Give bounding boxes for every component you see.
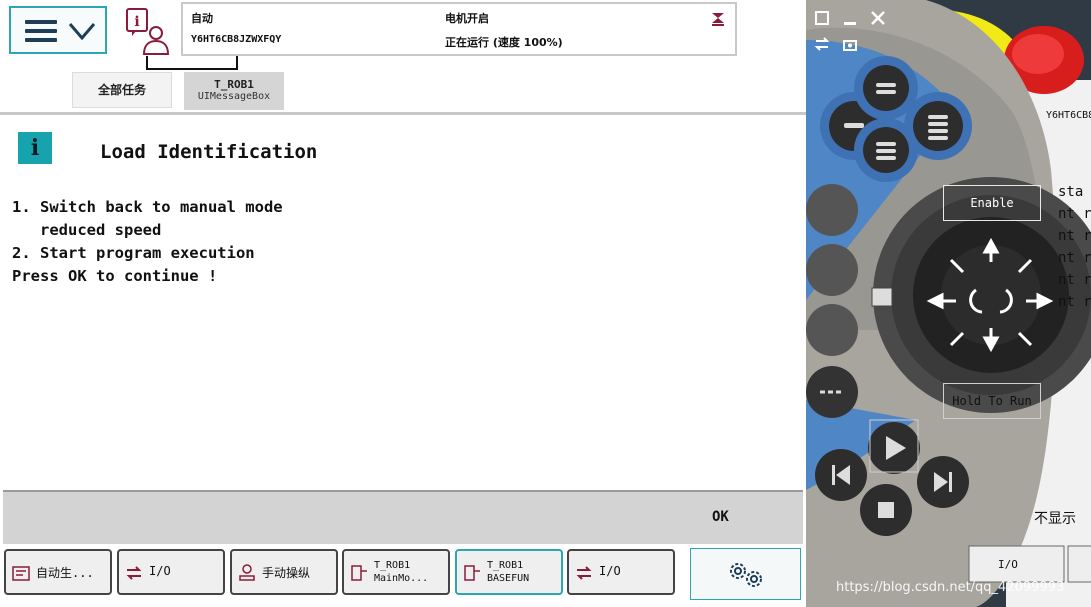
message-line: 1. Switch back to manual mode [12,198,283,216]
taskbar-label-line1: T_ROB1 [487,560,524,571]
message-line: 2. Start program execution [12,244,255,262]
chevron-down-icon [68,23,96,41]
close-icon[interactable] [870,10,886,26]
io-arrows-icon [126,566,142,580]
svg-text:i: i [134,14,139,30]
message-line: Press OK to continue ! [12,267,218,285]
program-editor-icon [351,565,367,581]
tab-connector [146,56,238,70]
taskbar-label: T_ROB1 BASEFUN [487,559,529,585]
hamburger-icon [25,20,57,42]
io-arrows-icon [576,566,592,580]
background-line: nt r [1058,294,1091,310]
background-line: nt r [1058,250,1091,266]
background-taskbar-io: I/O [998,558,1018,571]
taskbar-item-io[interactable]: I/O [117,549,225,595]
background-line: nt r [1058,272,1091,288]
quickset-indicator-icon[interactable] [708,10,728,30]
taskbar-label-line2: BASEFUN [487,573,530,584]
tab-all-tasks[interactable]: 全部任务 [72,72,172,108]
operating-mode: 自动 [191,12,213,25]
taskbar-item-program-basefun[interactable]: T_ROB1 BASEFUN [455,549,563,595]
auto-production-icon [12,566,30,581]
background-line: nt r [1058,228,1091,244]
enable-device-button[interactable]: Enable [943,185,1041,221]
rotate-icon[interactable] [814,36,830,52]
divider [0,112,806,115]
background-footer-button: 不显示 [1034,511,1076,527]
dialog-button-bar [3,490,803,544]
tab-routine-label: UIMessageBox [197,91,271,102]
watermark-text: https://blog.csdn.net/qq_42099993 [836,580,1065,595]
taskbar-item-auto-production[interactable]: 自动生... [4,549,112,595]
tab-t-rob1-uimessagebox[interactable]: T_ROB1 UIMessageBox [184,72,284,110]
jogging-icon [239,564,255,581]
restore-icon[interactable] [814,10,830,26]
message-line: reduced speed [12,221,162,239]
event-message-icon[interactable]: i [122,6,172,56]
abb-menu-button[interactable] [9,6,107,54]
message-title: Load Identification [100,141,318,163]
background-line: nt r [1058,206,1091,222]
system-name: Y6HT6CB8JZWXFQY [191,34,282,45]
taskbar-label: I/O [599,564,621,578]
camera-icon[interactable] [842,36,858,52]
taskbar-label: T_ROB1 MainMo... [374,559,428,585]
program-editor-icon [464,565,480,581]
flexpendant-screen: i 自动 Y6HT6CB8JZWXFQY 电机开启 正在运行 (速度 100%)… [0,0,806,607]
motor-state: 电机开启 [445,12,489,25]
taskbar-label: 手动操纵 [262,566,311,580]
taskbar-label: I/O [149,564,171,578]
status-bar: 自动 Y6HT6CB8JZWXFQY 电机开启 正在运行 (速度 100%) [181,2,737,56]
ok-button[interactable]: OK [712,509,729,525]
taskbar-label-line2: MainMo... [374,573,429,584]
taskbar-item-program-mainmodule[interactable]: T_ROB1 MainMo... [342,549,450,595]
taskbar-item-jogging[interactable]: 手动操纵 [230,549,338,595]
taskbar-label: 自动生... [36,566,94,580]
info-icon: i [18,132,52,164]
quickset-button[interactable] [690,548,801,600]
background-line: sta [1058,184,1084,200]
tab-task-label: T_ROB1 [214,78,254,91]
hold-to-run-button[interactable]: Hold To Run [943,383,1041,419]
taskbar-item-io[interactable]: I/O [567,549,675,595]
gears-icon [730,563,762,587]
minimize-icon[interactable] [842,10,858,26]
background-system-name: Y6HT6CB8JZ [1046,110,1091,121]
taskbar-label-line1: T_ROB1 [374,560,411,571]
program-state: 正在运行 (速度 100%) [445,36,563,49]
